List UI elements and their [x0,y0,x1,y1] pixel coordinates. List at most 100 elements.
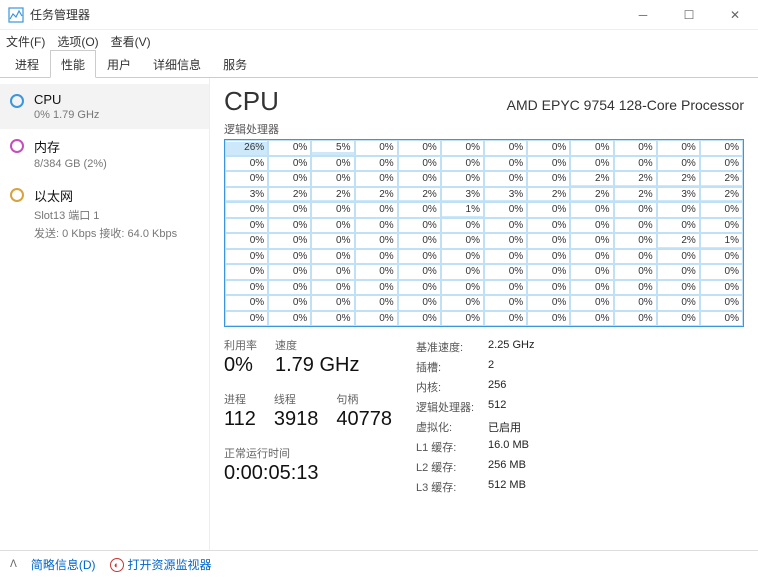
core-cell: 0% [484,295,527,311]
sidebar-item-label: 内存 [34,137,107,156]
core-cell: 2% [614,187,657,203]
core-cell: 0% [700,311,743,327]
core-cell: 0% [614,295,657,311]
core-cell: 3% [484,187,527,203]
core-cell: 0% [657,140,700,156]
menubar: 文件(F) 选项(O) 查看(V) [0,30,758,52]
close-button[interactable]: ✕ [712,0,758,30]
core-cell: 0% [527,311,570,327]
core-cell: 0% [527,156,570,172]
sidebar-item-cpu[interactable]: CPU 0% 1.79 GHz [0,84,209,129]
core-cell: 0% [311,249,354,265]
core-cell: 0% [614,202,657,218]
tab-3[interactable]: 详细信息 [142,50,212,77]
chevron-up-icon[interactable]: ᐱ [10,559,17,570]
core-cell: 0% [268,264,311,280]
core-cell: 0% [398,202,441,218]
sidebar-item-label: CPU [34,92,99,107]
core-cell: 0% [225,249,268,265]
tab-1[interactable]: 性能 [50,50,96,78]
core-cell: 0% [527,280,570,296]
detail-row: 基准速度:2.25 GHz [416,339,534,355]
core-cell: 0% [700,264,743,280]
core-cell: 0% [441,249,484,265]
sidebar-item-ethernet[interactable]: 以太网 Slot13 端口 1 发送: 0 Kbps 接收: 64.0 Kbps [0,178,209,249]
window-title: 任务管理器 [30,6,620,23]
core-cell: 0% [700,280,743,296]
core-cell: 0% [700,249,743,265]
core-cell: 0% [484,156,527,172]
core-cell: 0% [355,249,398,265]
core-cell: 0% [484,140,527,156]
core-cell: 0% [441,233,484,249]
core-cell: 0% [355,295,398,311]
core-cell: 0% [527,264,570,280]
core-cell: 0% [225,295,268,311]
core-cell: 0% [527,233,570,249]
core-cell: 0% [311,280,354,296]
core-cell: 2% [700,171,743,187]
core-cell: 0% [268,156,311,172]
core-cell: 0% [527,171,570,187]
core-cell: 0% [225,233,268,249]
core-cell: 0% [527,249,570,265]
core-cell: 0% [484,311,527,327]
core-cell: 0% [355,218,398,234]
menu-view[interactable]: 查看(V) [111,33,151,50]
core-cell: 0% [614,280,657,296]
detail-row: 逻辑处理器:512 [416,399,534,415]
sidebar-item-sub: 8/384 GB (2%) [34,158,107,170]
menu-options[interactable]: 选项(O) [57,33,98,50]
brief-info-link[interactable]: 简略信息(D) [31,556,96,573]
core-cell: 0% [484,280,527,296]
tab-4[interactable]: 服务 [212,50,258,77]
core-cell: 0% [268,171,311,187]
core-cell: 2% [657,233,700,249]
footer: ᐱ 简略信息(D) ◐ 打开资源监视器 [0,550,758,578]
core-cell: 5% [311,140,354,156]
tab-0[interactable]: 进程 [4,50,50,77]
core-cell: 0% [355,280,398,296]
core-cell: 2% [700,187,743,203]
core-cell: 0% [484,202,527,218]
core-cell: 0% [570,249,613,265]
core-cell: 3% [225,187,268,203]
core-cell: 0% [614,311,657,327]
core-cell: 0% [570,140,613,156]
stat-利用率: 利用率0% [224,337,257,377]
core-cell: 0% [268,311,311,327]
core-cell: 0% [311,156,354,172]
core-cell: 0% [268,295,311,311]
sidebar-item-memory[interactable]: 内存 8/384 GB (2%) [0,129,209,178]
detail-row: L2 缓存:256 MB [416,459,534,475]
core-cell: 0% [225,171,268,187]
core-cell: 0% [657,249,700,265]
core-cell: 0% [484,264,527,280]
core-cell: 0% [441,171,484,187]
core-cell: 2% [570,171,613,187]
core-cell: 0% [398,233,441,249]
core-cell: 0% [657,202,700,218]
core-cell: 0% [441,156,484,172]
core-cell: 0% [398,280,441,296]
core-cell: 0% [657,264,700,280]
core-cell: 0% [398,140,441,156]
core-cell: 0% [398,218,441,234]
core-cell: 0% [614,249,657,265]
core-cell: 2% [311,187,354,203]
sidebar: CPU 0% 1.79 GHz 内存 8/384 GB (2%) 以太网 Slo… [0,78,210,550]
graph-label: 逻辑处理器 [224,121,744,137]
maximize-button[interactable]: ☐ [666,0,712,30]
core-cell: 0% [484,249,527,265]
tab-2[interactable]: 用户 [96,50,142,77]
core-cell: 0% [225,280,268,296]
core-cell: 0% [355,140,398,156]
resource-monitor-link[interactable]: ◐ 打开资源监视器 [110,556,212,573]
detail-row: L1 缓存:16.0 MB [416,439,534,455]
menu-file[interactable]: 文件(F) [6,33,45,50]
minimize-button[interactable]: ─ [620,0,666,30]
core-cell: 0% [311,311,354,327]
core-cell: 0% [268,249,311,265]
core-cell: 0% [657,311,700,327]
ethernet-chart-icon [10,188,24,202]
